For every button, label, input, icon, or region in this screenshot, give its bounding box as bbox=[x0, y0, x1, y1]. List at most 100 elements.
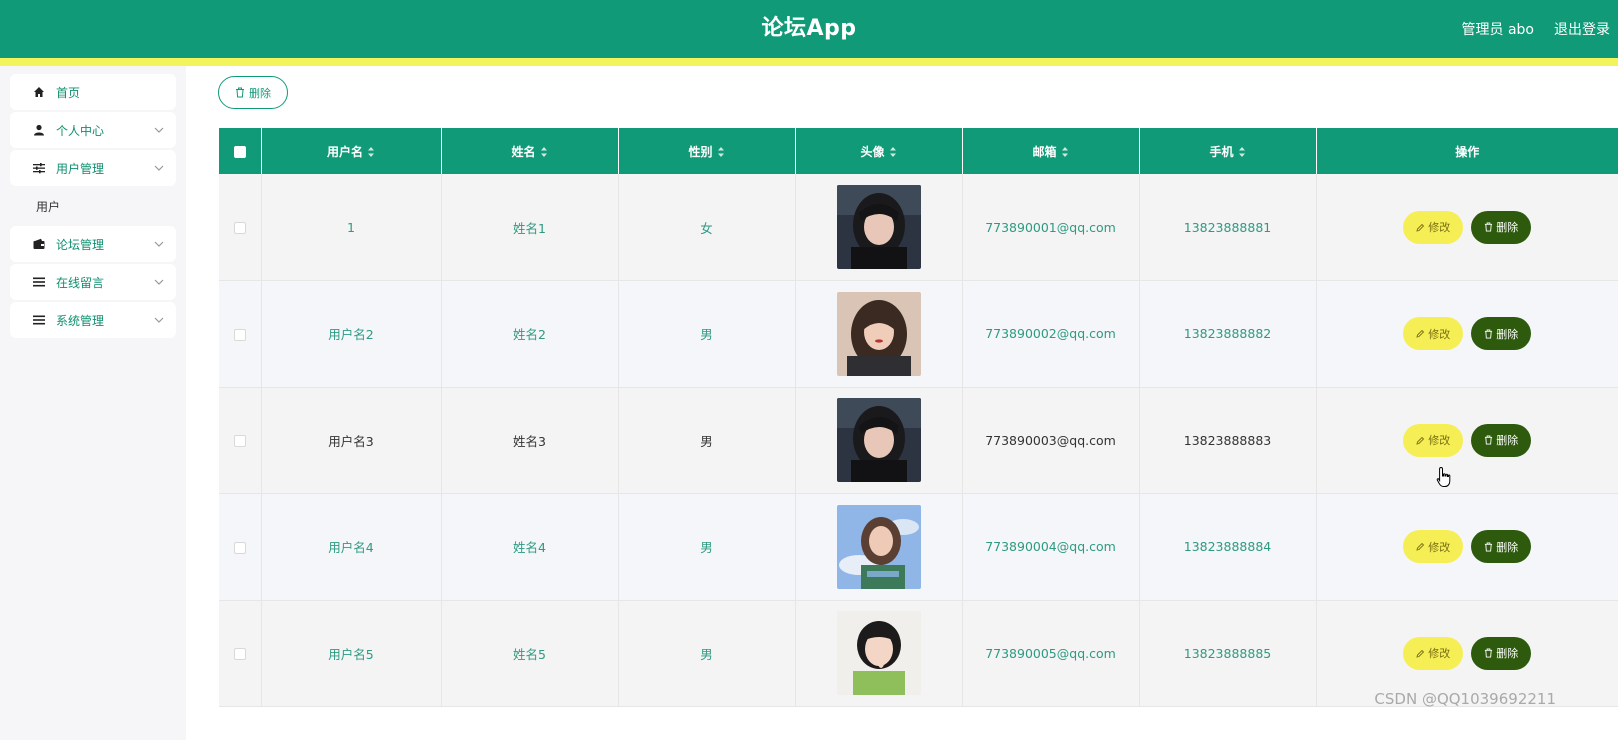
cell-name: 姓名5 bbox=[441, 600, 619, 707]
row-checkbox[interactable] bbox=[233, 222, 246, 234]
row-checkbox[interactable] bbox=[233, 541, 246, 554]
sidebar-item-label: 个人中心 bbox=[56, 123, 105, 138]
edit-button[interactable]: 修改 bbox=[1403, 423, 1464, 457]
row-actions: 修改 删除 bbox=[1318, 636, 1618, 670]
main-content: 删除 用户名 姓名 性别 头像 邮箱 手机 操作 1 姓名1 女 7738900… bbox=[186, 66, 1618, 740]
table-header-row: 用户名 姓名 性别 头像 邮箱 手机 操作 bbox=[219, 128, 1618, 174]
edit-button[interactable]: 修改 bbox=[1403, 530, 1464, 564]
trash-icon bbox=[1485, 329, 1493, 339]
header-phone[interactable]: 手机 bbox=[1139, 128, 1317, 174]
row-checkbox[interactable] bbox=[233, 328, 246, 341]
app-title: 论坛App bbox=[761, 16, 857, 41]
cell-phone: 13823888885 bbox=[1139, 600, 1317, 707]
header-select-all[interactable] bbox=[219, 128, 262, 174]
table-row[interactable]: 用户名4 姓名4 男 773890004@qq.com 13823888884 … bbox=[219, 493, 1618, 601]
cell-email: 773890001@qq.com bbox=[962, 174, 1140, 281]
sidebar-item-profile[interactable]: 个人中心 bbox=[10, 112, 176, 148]
bulk-delete-label: 删除 bbox=[249, 86, 271, 100]
row-actions: 修改 删除 bbox=[1318, 423, 1618, 457]
sliders-icon bbox=[32, 161, 46, 175]
trash-icon bbox=[236, 87, 244, 98]
avatar bbox=[836, 504, 921, 589]
cell-name: 姓名1 bbox=[441, 174, 619, 281]
sidebar: 首页 个人中心 用户管理 用户 论坛管理 在线留言 系统管理 bbox=[0, 66, 186, 740]
admin-username[interactable]: 管理员 abo bbox=[1462, 19, 1534, 39]
cell-gender: 男 bbox=[618, 387, 796, 494]
cell-username: 用户名5 bbox=[261, 600, 442, 707]
sort-icon bbox=[540, 147, 547, 157]
cell-username: 用户名3 bbox=[261, 387, 442, 494]
avatar bbox=[836, 611, 921, 696]
cell-username: 1 bbox=[261, 174, 442, 281]
cell-name: 姓名2 bbox=[441, 280, 619, 388]
header-user-area: 管理员 abo 退出登录 bbox=[1462, 0, 1610, 58]
sort-icon bbox=[889, 147, 896, 157]
trash-icon bbox=[1485, 542, 1493, 552]
delete-button[interactable]: 删除 bbox=[1471, 210, 1532, 244]
users-table: 用户名 姓名 性别 头像 邮箱 手机 操作 1 姓名1 女 773890001@… bbox=[219, 128, 1618, 707]
row-actions: 修改 删除 bbox=[1318, 530, 1618, 564]
sidebar-item-home[interactable]: 首页 bbox=[10, 74, 176, 110]
trash-icon bbox=[1485, 222, 1493, 232]
table-row[interactable]: 用户名3 姓名3 男 773890003@qq.com 13823888883 … bbox=[219, 387, 1618, 494]
edit-icon bbox=[1416, 330, 1425, 338]
header-actions: 操作 bbox=[1316, 128, 1618, 174]
row-actions: 修改 删除 bbox=[1318, 317, 1618, 351]
bulk-delete-button[interactable]: 删除 bbox=[218, 76, 288, 109]
header-avatar[interactable]: 头像 bbox=[795, 128, 963, 174]
cell-gender: 男 bbox=[618, 600, 796, 707]
user-icon bbox=[32, 123, 46, 137]
row-actions: 修改 删除 bbox=[1318, 210, 1618, 244]
delete-button[interactable]: 删除 bbox=[1471, 423, 1532, 457]
chevron-down-icon bbox=[154, 279, 164, 285]
sidebar-item-label: 在线留言 bbox=[56, 275, 105, 290]
edit-icon bbox=[1416, 223, 1425, 232]
cell-username: 用户名4 bbox=[261, 493, 442, 601]
cell-email: 773890003@qq.com bbox=[962, 387, 1140, 494]
chevron-down-icon bbox=[154, 127, 164, 133]
sidebar-item-forum-management[interactable]: 论坛管理 bbox=[10, 226, 176, 262]
cell-gender: 男 bbox=[618, 280, 796, 388]
delete-button[interactable]: 删除 bbox=[1471, 636, 1532, 670]
chevron-down-icon bbox=[154, 165, 164, 171]
avatar bbox=[836, 185, 921, 269]
table-row[interactable]: 1 姓名1 女 773890001@qq.com 13823888881 修改 … bbox=[219, 174, 1618, 281]
edit-icon bbox=[1416, 649, 1425, 658]
header-name[interactable]: 姓名 bbox=[441, 128, 619, 174]
row-checkbox[interactable] bbox=[233, 648, 246, 661]
watermark: CSDN @QQ1039692211 bbox=[1374, 690, 1556, 708]
edit-button[interactable]: 修改 bbox=[1403, 210, 1464, 244]
sidebar-subitem-users[interactable]: 用户 bbox=[10, 188, 176, 224]
header-gender[interactable]: 性别 bbox=[618, 128, 796, 174]
cell-email: 773890004@qq.com bbox=[962, 493, 1140, 601]
top-header: 论坛App 管理员 abo 退出登录 bbox=[0, 0, 1618, 58]
sidebar-item-user-management[interactable]: 用户管理 bbox=[10, 150, 176, 186]
cell-gender: 女 bbox=[618, 174, 796, 281]
header-accent-stripe bbox=[0, 58, 1618, 66]
sidebar-item-label: 系统管理 bbox=[56, 313, 105, 328]
row-checkbox[interactable] bbox=[233, 435, 246, 448]
edit-button[interactable]: 修改 bbox=[1403, 317, 1464, 351]
edit-button[interactable]: 修改 bbox=[1403, 636, 1464, 670]
header-username[interactable]: 用户名 bbox=[261, 128, 442, 174]
cell-email: 773890005@qq.com bbox=[962, 600, 1140, 707]
select-all-checkbox[interactable] bbox=[233, 145, 246, 158]
cell-phone: 13823888881 bbox=[1139, 174, 1317, 281]
delete-button[interactable]: 删除 bbox=[1471, 317, 1532, 351]
chevron-down-icon bbox=[154, 241, 164, 247]
sort-icon bbox=[1238, 147, 1245, 157]
cell-phone: 13823888882 bbox=[1139, 280, 1317, 388]
sort-icon bbox=[1061, 147, 1068, 157]
header-email[interactable]: 邮箱 bbox=[962, 128, 1140, 174]
trash-icon bbox=[1485, 435, 1493, 445]
cell-phone: 13823888883 bbox=[1139, 387, 1317, 494]
home-icon bbox=[32, 85, 46, 99]
logout-link[interactable]: 退出登录 bbox=[1554, 19, 1610, 39]
table-row[interactable]: 用户名2 姓名2 男 773890002@qq.com 13823888882 … bbox=[219, 280, 1618, 388]
sidebar-item-online-messages[interactable]: 在线留言 bbox=[10, 264, 176, 300]
cell-name: 姓名4 bbox=[441, 493, 619, 601]
list-icon bbox=[32, 313, 46, 327]
delete-button[interactable]: 删除 bbox=[1471, 530, 1532, 564]
sidebar-item-system-management[interactable]: 系统管理 bbox=[10, 302, 176, 338]
sidebar-item-label: 论坛管理 bbox=[56, 237, 105, 252]
